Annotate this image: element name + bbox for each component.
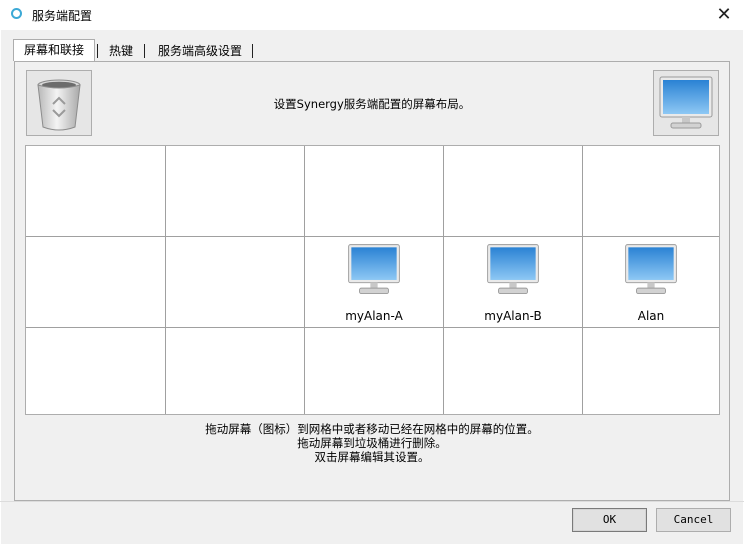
grid-cell[interactable] (166, 328, 305, 414)
monitor-icon (625, 244, 677, 295)
divider (0, 501, 744, 502)
instruction-line: 双击屏幕编辑其设置。 (314, 450, 430, 464)
instruction-line: 拖动屏幕到垃圾桶进行删除。 (297, 436, 447, 450)
grid-cell[interactable] (166, 146, 305, 237)
grid-cell[interactable] (305, 328, 444, 414)
screen-cell-myalan-a[interactable]: myAlan-A (305, 237, 444, 328)
grid-cell[interactable] (26, 146, 166, 237)
app-icon (11, 8, 22, 19)
grid-cell[interactable] (583, 146, 719, 237)
grid-cell[interactable] (583, 328, 719, 414)
instruction-line: 拖动屏幕（图标）到网格中或者移动已经在网格中的屏幕的位置。 (205, 422, 539, 436)
grid-cell[interactable] (444, 146, 583, 237)
window-title: 服务端配置 (32, 9, 93, 23)
tab-separator (144, 44, 145, 58)
layout-hint: 设置Synergy服务端配置的屏幕布局。 (273, 97, 471, 111)
tab-advanced-settings[interactable]: 服务端高级设置 (151, 41, 249, 61)
tab-hotkeys[interactable]: 热键 (103, 41, 139, 61)
monitor-icon (659, 76, 713, 129)
tab-separator (97, 44, 98, 58)
cancel-button[interactable]: Cancel (656, 508, 731, 532)
title-bar: 服务端配置 ✕ (0, 0, 744, 30)
screen-name: myAlan-B (484, 309, 542, 323)
screen-cell-alan[interactable]: Alan (583, 237, 719, 328)
grid-cell[interactable] (444, 328, 583, 414)
screen-layout-grid[interactable]: myAlan-A myAlan-B Alan (25, 145, 720, 415)
grid-cell[interactable] (26, 237, 166, 328)
ok-button[interactable]: OK (572, 508, 647, 532)
monitor-icon (348, 244, 400, 295)
monitor-icon (487, 244, 539, 295)
tab-screens-links[interactable]: 屏幕和联接 (13, 39, 95, 61)
new-screen-button[interactable] (653, 70, 719, 136)
grid-cell[interactable] (166, 237, 305, 328)
screen-name: Alan (637, 309, 665, 323)
grid-cell[interactable] (26, 328, 166, 414)
grid-cell[interactable] (305, 146, 444, 237)
close-button[interactable]: ✕ (704, 0, 744, 30)
instructions: 拖动屏幕（图标）到网格中或者移动已经在网格中的屏幕的位置。 拖动屏幕到垃圾桶进行… (0, 422, 744, 464)
tab-separator (252, 44, 253, 58)
screen-name: myAlan-A (345, 309, 403, 323)
screen-cell-myalan-b[interactable]: myAlan-B (444, 237, 583, 328)
